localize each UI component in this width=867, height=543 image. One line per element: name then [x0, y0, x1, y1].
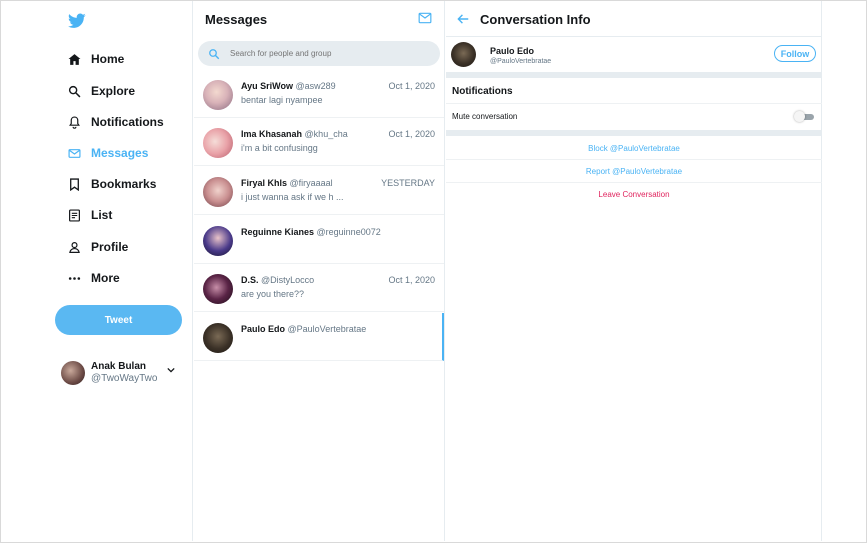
person-icon: [67, 240, 81, 254]
tweet-button[interactable]: Tweet: [55, 305, 182, 335]
divider: [446, 103, 822, 104]
conversation-name: Reguinne Kianes: [241, 227, 315, 237]
sidebar-item-home[interactable]: Home: [67, 48, 124, 70]
conversation-name: Ima Khasanah: [241, 129, 303, 139]
sidebar-item-label: Explore: [91, 84, 136, 98]
avatar: [203, 128, 233, 158]
sidebar-item-label: Profile: [91, 240, 129, 254]
sidebar-item-label: List: [91, 208, 113, 222]
avatar: [203, 323, 233, 353]
conversation-item[interactable]: Ayu SriWow @asw289 Oct 1, 2020 bentar la…: [194, 70, 444, 118]
sidebar-item-label: Bookmarks: [91, 177, 157, 191]
conversation-item[interactable]: Ima Khasanah @khu_cha Oct 1, 2020 i'm a …: [194, 118, 444, 166]
leave-conversation-button[interactable]: Leave Conversation: [446, 190, 822, 199]
avatar: [451, 42, 476, 67]
conversation-handle: @PauloVertebratae: [287, 324, 367, 334]
conversation-item[interactable]: Firyal Khls @firyaaaal YESTERDAY i just …: [194, 167, 444, 215]
sidebar-item-more[interactable]: More: [67, 267, 120, 289]
avatar: [203, 226, 233, 256]
home-icon: [67, 52, 81, 66]
avatar: [203, 177, 233, 207]
conversation-item[interactable]: D.S. @DistyLocco Oct 1, 2020 are you the…: [194, 264, 444, 312]
list-icon: [67, 208, 81, 222]
page-title: Messages: [205, 12, 268, 27]
conversation-name: D.S.: [241, 275, 259, 285]
participant-name: Paulo Edo: [490, 46, 535, 56]
avatar: [61, 361, 85, 385]
envelope-icon: [67, 146, 81, 160]
divider: [446, 182, 822, 183]
conversation-handle: @khu_cha: [304, 129, 348, 139]
sidebar-item-bookmarks[interactable]: Bookmarks: [67, 173, 156, 195]
search-input[interactable]: [230, 49, 420, 58]
sidebar-item-label: Notifications: [91, 115, 164, 129]
twitter-bird-icon[interactable]: [68, 13, 86, 29]
page-title: Conversation Info: [480, 12, 591, 27]
conversation-preview: bentar lagi nyampee: [241, 95, 323, 105]
avatar: [203, 80, 233, 110]
search-bar: [198, 41, 440, 66]
conversation-item[interactable]: Paulo Edo @PauloVertebratae: [194, 313, 444, 361]
sidebar-item-messages[interactable]: Messages: [67, 142, 148, 164]
conversation-handle: @reguinne0072: [316, 227, 381, 237]
conversation-date: YESTERDAY: [381, 178, 435, 188]
conversation-handle: @asw289: [295, 81, 336, 91]
new-message-icon[interactable]: [418, 11, 432, 25]
back-arrow-icon[interactable]: [456, 12, 470, 26]
conversation-preview: are you there??: [241, 289, 305, 299]
report-user-button[interactable]: Report @PauloVertebratae: [446, 167, 822, 176]
account-handle: @TwoWayTwo: [91, 373, 158, 384]
conversation-preview: i'm a bit confusingg: [241, 143, 318, 153]
bookmark-icon: [67, 177, 81, 191]
conversation-name: Paulo Edo: [241, 324, 286, 334]
sidebar-item-profile[interactable]: Profile: [67, 236, 128, 258]
conversation-handle: @DistyLocco: [261, 275, 315, 285]
sidebar-item-list[interactable]: List: [67, 204, 112, 226]
toggle-knob: [794, 111, 805, 122]
bell-icon: [67, 115, 81, 129]
account-name: Anak Bulan: [91, 361, 147, 372]
participant-handle: @PauloVertebratae: [490, 58, 552, 65]
mute-conversation-label: Mute conversation: [452, 112, 518, 121]
conversation-preview: i just wanna ask if we h ...: [241, 192, 344, 202]
section-divider: [446, 130, 822, 136]
notifications-heading: Notifications: [452, 86, 513, 97]
mute-toggle[interactable]: [794, 111, 814, 122]
sidebar-item-label: More: [91, 271, 120, 285]
account-switcher[interactable]: Anak Bulan @TwoWayTwo: [61, 359, 181, 387]
sidebar: Home Explore Notifications Messages Book…: [1, 1, 193, 541]
conversation-name: Ayu SriWow: [241, 81, 294, 91]
avatar: [203, 274, 233, 304]
conversation-handle: @firyaaaal: [289, 178, 333, 188]
more-dots-icon: [67, 271, 81, 285]
search-icon: [67, 84, 81, 98]
search-icon: [209, 48, 220, 59]
sidebar-item-label: Messages: [91, 146, 149, 160]
participant-row[interactable]: Paulo Edo @PauloVertebratae Follow: [446, 37, 822, 73]
sidebar-item-explore[interactable]: Explore: [67, 80, 135, 102]
messages-panel: Messages Ayu SriWow @asw289 Oct 1, 2020 …: [194, 1, 445, 541]
conversation-item[interactable]: Reguinne Kianes @reguinne0072: [194, 216, 444, 264]
sidebar-item-label: Home: [91, 52, 125, 66]
divider: [446, 159, 822, 160]
conversation-info-panel: Conversation Info Paulo Edo @PauloVerteb…: [446, 1, 822, 541]
conversation-name: Firyal Khls: [241, 178, 288, 188]
follow-button[interactable]: Follow: [774, 45, 816, 62]
conversation-date: Oct 1, 2020: [388, 81, 435, 91]
block-user-button[interactable]: Block @PauloVertebratae: [446, 144, 822, 153]
conversation-date: Oct 1, 2020: [388, 275, 435, 285]
sidebar-item-notifications[interactable]: Notifications: [67, 111, 164, 133]
chevron-down-icon: [167, 367, 175, 373]
section-divider: [446, 72, 822, 78]
conversation-date: Oct 1, 2020: [388, 129, 435, 139]
